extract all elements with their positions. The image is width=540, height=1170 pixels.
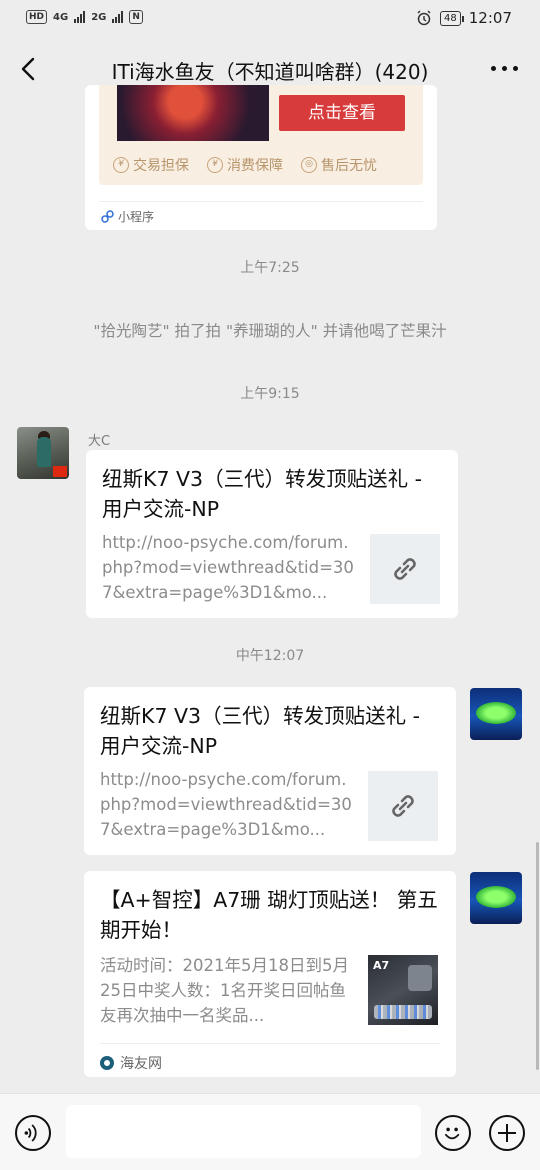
- link-thumbnail: [370, 534, 440, 604]
- mini-program-card[interactable]: 点击查看 ¥ 交易担保 ¥ 消费保障 ◎ 售后无忧 小程序: [85, 85, 437, 230]
- back-arrow-icon[interactable]: [14, 54, 44, 84]
- voice-icon[interactable]: [15, 1115, 51, 1151]
- avatar[interactable]: [17, 427, 69, 479]
- link-card-url: http://noo-psyche.com/forum.php?mod=view…: [102, 533, 354, 602]
- signal-icon-2: [112, 11, 124, 23]
- chat-title: ITi海水鱼友（不知道叫啥群）(420): [111, 60, 429, 84]
- link-card-description: 活动时间：2021年5月18日到5月25日中奖人数：1名开奖日回帖鱼友再次抽中一…: [100, 956, 349, 1025]
- guarantee-list: ¥ 交易担保 ¥ 消费保障 ◎ 售后无忧: [113, 155, 377, 175]
- link-card-url: http://noo-psyche.com/forum.php?mod=view…: [100, 770, 352, 839]
- signal-icon: [74, 11, 86, 23]
- mini-program-banner: 点击查看 ¥ 交易担保 ¥ 消费保障 ◎ 售后无忧: [99, 85, 423, 185]
- nfc-icon: N: [129, 10, 143, 24]
- view-button[interactable]: 点击查看: [279, 95, 405, 131]
- lamp-image-detail: [374, 1005, 432, 1019]
- shield-icon: ¥: [113, 157, 129, 173]
- status-left: HD 4G 2G N: [26, 10, 143, 24]
- shield-icon: ¥: [207, 157, 223, 173]
- shield-icon: ◎: [301, 157, 317, 173]
- link-card-title: 纽斯K7 V3（三代）转发顶贴送礼 - 用户交流-NP: [102, 467, 422, 521]
- divider: [99, 201, 423, 202]
- hd-indicator: HD: [26, 10, 48, 24]
- input-bar: [0, 1093, 540, 1170]
- divider: [100, 1043, 440, 1044]
- alarm-icon: [417, 10, 431, 26]
- status-bar: HD 4G 2G N 48 12:07: [0, 0, 540, 38]
- link-source: 海友网: [100, 1053, 162, 1073]
- link-thumbnail: A7: [368, 955, 438, 1025]
- sender-name: 大C: [88, 434, 111, 449]
- link-source-name: 海友网: [120, 1056, 162, 1072]
- link-icon: [394, 558, 416, 580]
- plus-icon[interactable]: [489, 1115, 525, 1151]
- product-photo: [117, 85, 269, 141]
- link-card-title: 纽斯K7 V3（三代）转发顶贴送礼 - 用户交流-NP: [100, 704, 420, 758]
- miniprogram-icon: [101, 210, 114, 223]
- link-card[interactable]: 【A+智控】A7珊 瑚灯顶贴送！ 第五期开始！ 活动时间：2021年5月18日到…: [84, 871, 456, 1077]
- guarantee-item: ¥ 交易担保: [113, 155, 189, 175]
- timestamp: 上午9:15: [240, 386, 300, 402]
- guarantee-item: ¥ 消费保障: [207, 155, 283, 175]
- link-icon: [392, 795, 414, 817]
- timestamp: 上午7:25: [240, 260, 300, 276]
- avatar[interactable]: [470, 872, 522, 924]
- link-card[interactable]: 纽斯K7 V3（三代）转发顶贴送礼 - 用户交流-NP http://noo-p…: [86, 450, 458, 618]
- link-card-title: 【A+智控】A7珊 瑚灯顶贴送！ 第五期开始！: [100, 888, 438, 942]
- more-icon[interactable]: [491, 66, 518, 71]
- message-input[interactable]: [66, 1105, 421, 1158]
- scrollbar[interactable]: [536, 842, 539, 1070]
- guarantee-item: ◎ 售后无忧: [301, 155, 377, 175]
- battery-icon: 48: [440, 10, 464, 26]
- status-time: 12:07: [468, 9, 512, 27]
- lamp-image: [408, 965, 432, 991]
- network-4g-label: 4G: [53, 11, 69, 23]
- link-thumbnail: [368, 771, 438, 841]
- system-notice: "拾光陶艺" 拍了拍 "养珊瑚的人" 并请他喝了芒果汁: [93, 322, 447, 340]
- thumbnail-label: A7: [373, 959, 390, 972]
- mini-program-source: 小程序: [101, 208, 154, 225]
- network-2g-label: 2G: [91, 11, 107, 23]
- link-card[interactable]: 纽斯K7 V3（三代）转发顶贴送礼 - 用户交流-NP http://noo-p…: [84, 687, 456, 855]
- mini-program-label: 小程序: [118, 210, 155, 224]
- site-logo-icon: [100, 1056, 114, 1070]
- timestamp: 中午12:07: [235, 648, 305, 664]
- emoji-icon[interactable]: [435, 1115, 471, 1151]
- status-right: 48 12:07: [416, 9, 512, 27]
- avatar[interactable]: [470, 688, 522, 740]
